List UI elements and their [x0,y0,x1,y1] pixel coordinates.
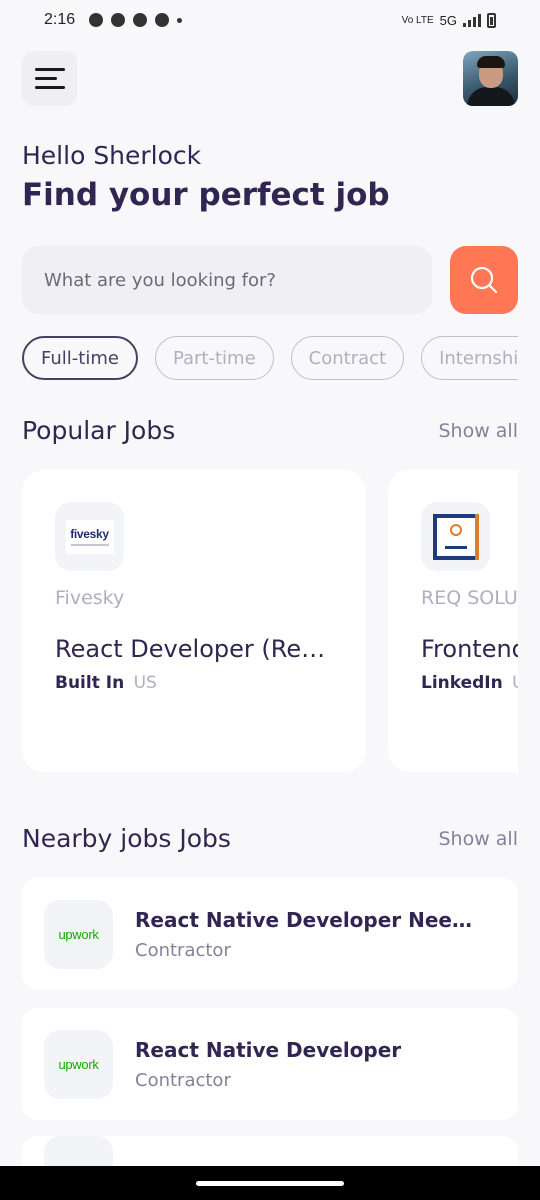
company-name: REQ SOLUTIONS [421,587,518,609]
tab-internship[interactable]: Internship [421,336,518,380]
more-notifications-icon [177,17,183,23]
profile-avatar[interactable] [463,51,518,106]
menu-line [35,68,65,71]
greeting-text: Hello Sherlock [22,141,202,170]
network-label: 5G [439,12,457,28]
company-logo: upwork [44,1029,113,1099]
job-title: Frontend Developer [421,635,518,663]
tab-part-time[interactable]: Part-time [154,336,274,380]
nearby-jobs-title: Nearby jobs Jobs [22,824,231,853]
facebook-notification-icon [133,13,148,27]
nearby-job-card[interactable]: upwork React Native Developer Needed Con… [22,878,518,990]
logo-bar [444,545,467,549]
company-logo: upwork [44,899,113,969]
popular-jobs-carousel[interactable]: fivesky Fivesky React Developer (Remote)… [22,470,518,772]
company-name: Fivesky [55,587,125,609]
job-publisher: Built In [55,673,125,693]
search-button[interactable] [450,246,518,314]
fivesky-logo: fivesky [65,519,114,554]
messages-notification-icon [89,13,104,27]
system-navigation-bar [0,1166,540,1200]
job-meta: LinkedIn US [421,673,518,693]
job-title: React Native Developer Needed [135,907,475,932]
job-type: Contractor [135,939,231,961]
popular-job-card[interactable]: fivesky Fivesky React Developer (Remote)… [22,470,366,772]
nearby-show-all-link[interactable]: Show all [438,828,518,850]
tab-full-time[interactable]: Full-time [22,336,138,380]
job-publisher: LinkedIn [421,673,503,693]
job-meta: Built In US [55,673,333,693]
search-input[interactable] [44,269,432,291]
logo-tagline-line [70,544,109,546]
page-headline: Find your perfect job [22,177,390,213]
upwork-logo: upwork [58,1056,99,1072]
job-text: React Native Developer Contractor [135,1038,475,1091]
search-icon [470,266,498,294]
job-title: React Native Developer [135,1037,402,1062]
battery-icon [487,12,496,28]
status-right: Vo LTE 5G [401,12,496,28]
popular-show-all-link[interactable]: Show all [438,420,518,442]
logo-figure [449,523,462,536]
popular-job-card[interactable]: REQ SOLUTIONS Frontend Developer LinkedI… [388,470,518,772]
menu-line [35,77,57,80]
status-left: 2:16 [44,11,183,29]
company-logo: fivesky [55,502,124,571]
avatar-hair [477,56,505,68]
popular-jobs-title: Popular Jobs [22,416,176,445]
menu-line [35,86,65,89]
snapchat-notification-icon [111,13,126,27]
job-title: React Developer (Remote) [55,635,333,663]
tab-contract[interactable]: Contract [290,336,405,380]
status-time: 2:16 [44,11,76,28]
home-gesture-handle[interactable] [196,1180,344,1186]
whatsapp-notification-icon [155,13,170,27]
nearby-job-card[interactable]: upwork React Native Developer Contractor [22,1008,518,1120]
volte-label: Vo LTE [401,14,434,26]
search-box[interactable] [22,246,432,314]
job-country: US [133,673,157,693]
job-type-tabs: Full-time Part-time Contract Internship [22,336,518,382]
status-bar: 2:16 Vo LTE 5G [0,0,540,40]
req-solutions-logo [432,513,479,560]
job-country: US [512,673,518,693]
signal-icon [463,13,481,27]
job-text: React Native Developer Needed Contractor [135,908,475,961]
logo-accent [461,513,479,560]
avatar-body [467,87,515,106]
menu-button[interactable] [22,51,77,106]
fivesky-wordmark: fivesky [70,527,109,541]
company-logo [421,502,490,571]
upwork-logo: upwork [58,926,99,942]
job-type: Contractor [135,1069,231,1091]
